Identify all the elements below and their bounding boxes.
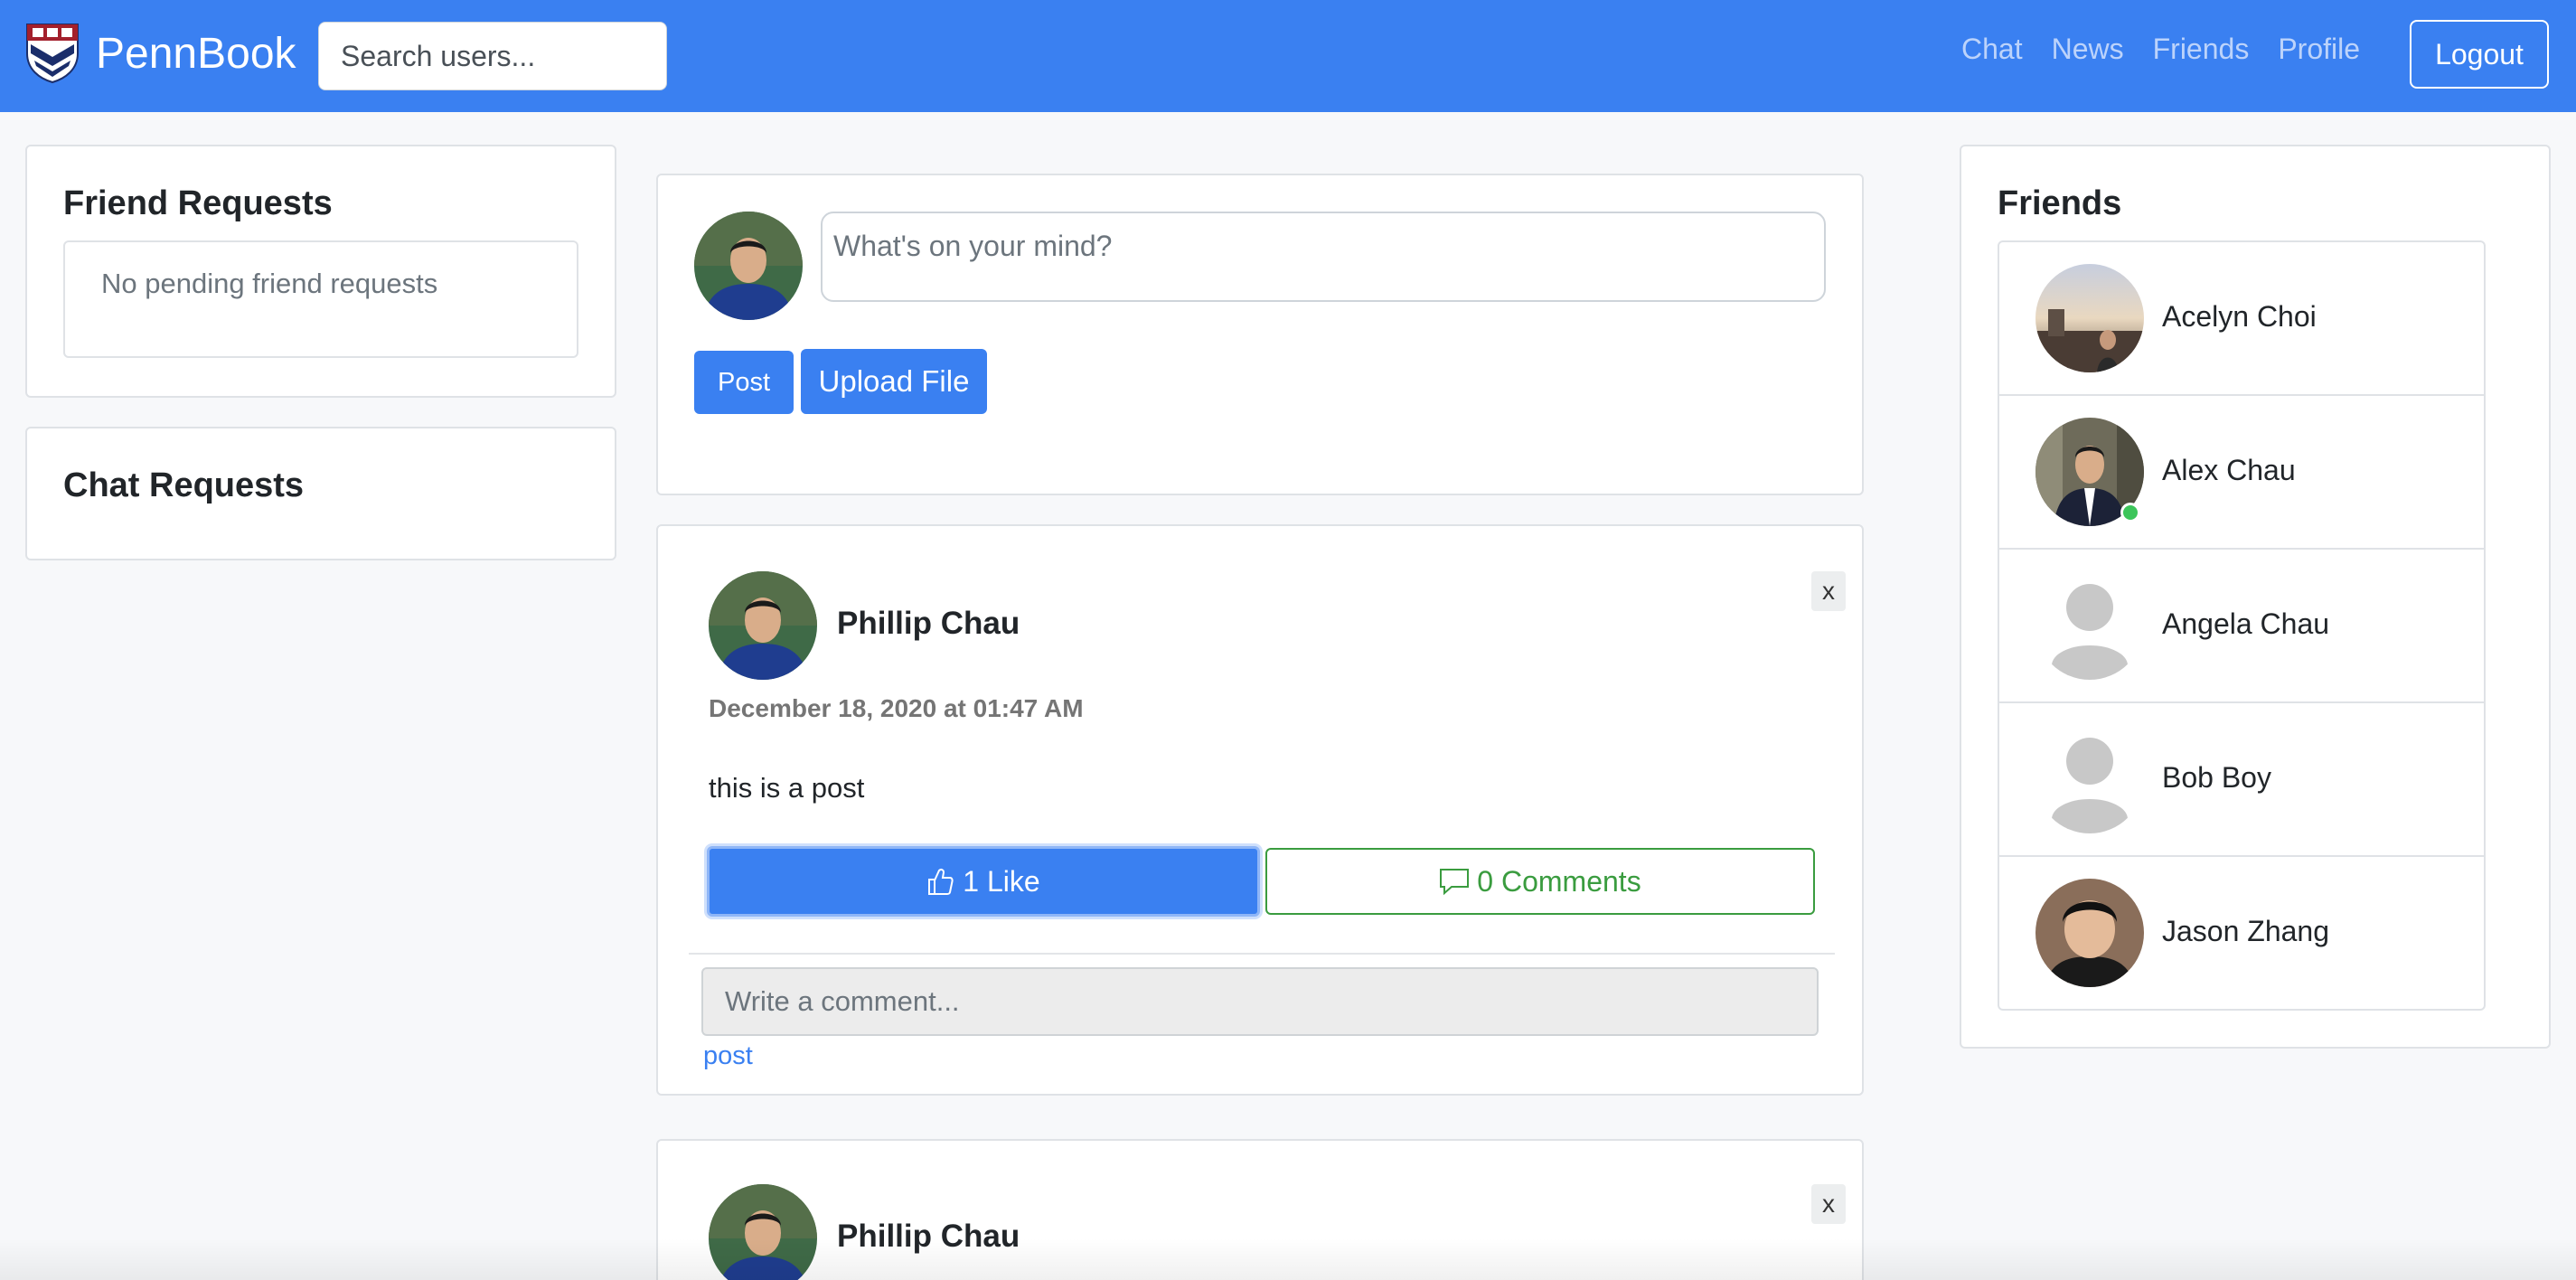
comment-input[interactable] bbox=[701, 967, 1819, 1036]
avatar bbox=[694, 212, 803, 320]
avatar[interactable] bbox=[709, 571, 817, 680]
friends-list: Acelyn Choi Alex Chau Angela Chau Bob Bo… bbox=[1998, 240, 2486, 1011]
nav-links: Chat News Friends Profile bbox=[1961, 33, 2360, 66]
friend-item[interactable]: Alex Chau bbox=[1999, 396, 2484, 550]
upload-file-button[interactable]: Upload File bbox=[801, 349, 987, 414]
nav-link-chat[interactable]: Chat bbox=[1961, 33, 2023, 66]
post-card: Phillip Chau x December 18, 2020 at 01:4… bbox=[656, 524, 1864, 1096]
comments-count-label: 0 Comments bbox=[1477, 864, 1641, 898]
post-composer-card: Post Upload File bbox=[656, 174, 1864, 495]
speech-bubble-icon bbox=[1440, 869, 1470, 896]
delete-post-button[interactable]: x bbox=[1811, 1184, 1846, 1224]
nav-link-friends[interactable]: Friends bbox=[2153, 33, 2250, 66]
friend-requests-title: Friend Requests bbox=[63, 184, 333, 222]
friend-name: Alex Chau bbox=[2162, 454, 2296, 486]
user-silhouette-icon bbox=[2035, 571, 2144, 680]
thumbs-up-icon bbox=[928, 868, 954, 895]
friend-name: Angela Chau bbox=[2162, 607, 2330, 640]
divider bbox=[689, 953, 1835, 955]
search-users-input[interactable] bbox=[318, 22, 667, 90]
post-body: this is a post bbox=[709, 772, 865, 804]
friend-item[interactable]: Jason Zhang bbox=[1999, 857, 2484, 1011]
like-button[interactable]: 1 Like bbox=[707, 846, 1260, 917]
friend-name: Jason Zhang bbox=[2162, 915, 2330, 947]
logout-button[interactable]: Logout bbox=[2410, 20, 2549, 89]
submit-comment-link[interactable]: post bbox=[703, 1041, 753, 1071]
online-status-indicator bbox=[2120, 503, 2140, 522]
status-input[interactable] bbox=[821, 212, 1826, 302]
avatar bbox=[2035, 264, 2144, 372]
like-count-label: 1 Like bbox=[963, 864, 1040, 898]
friend-requests-card: Friend Requests No pending friend reques… bbox=[25, 145, 616, 398]
user-silhouette-icon bbox=[2035, 725, 2144, 833]
post-date: December 18, 2020 at 01:47 AM bbox=[709, 694, 1084, 722]
friend-item[interactable]: Acelyn Choi bbox=[1999, 242, 2484, 396]
post-author[interactable]: Phillip Chau bbox=[837, 606, 1020, 642]
avatar[interactable] bbox=[709, 1184, 817, 1280]
friend-item[interactable]: Bob Boy bbox=[1999, 703, 2484, 857]
delete-post-button[interactable]: x bbox=[1811, 571, 1846, 611]
chat-requests-card: Chat Requests bbox=[25, 427, 616, 560]
brand[interactable]: PennBook bbox=[25, 22, 296, 85]
chat-requests-title: Chat Requests bbox=[63, 466, 305, 504]
comments-button[interactable]: 0 Comments bbox=[1265, 848, 1815, 915]
post-card: Phillip Chau x bbox=[656, 1139, 1864, 1280]
friends-card: Friends Acelyn Choi Alex Chau Angela Cha… bbox=[1960, 145, 2551, 1049]
penn-shield-icon bbox=[26, 24, 79, 84]
avatar bbox=[2035, 879, 2144, 987]
friends-title: Friends bbox=[1998, 184, 2122, 222]
navbar: PennBook Chat News Friends Profile Logou… bbox=[0, 0, 2576, 112]
friend-name: Acelyn Choi bbox=[2162, 300, 2317, 333]
nav-link-profile[interactable]: Profile bbox=[2278, 33, 2360, 66]
friend-requests-empty: No pending friend requests bbox=[63, 240, 578, 358]
post-button[interactable]: Post bbox=[694, 351, 794, 414]
nav-link-news[interactable]: News bbox=[2052, 33, 2124, 66]
friend-name: Bob Boy bbox=[2162, 761, 2271, 794]
brand-name: PennBook bbox=[96, 29, 296, 78]
post-author[interactable]: Phillip Chau bbox=[837, 1219, 1020, 1255]
friend-item[interactable]: Angela Chau bbox=[1999, 550, 2484, 703]
